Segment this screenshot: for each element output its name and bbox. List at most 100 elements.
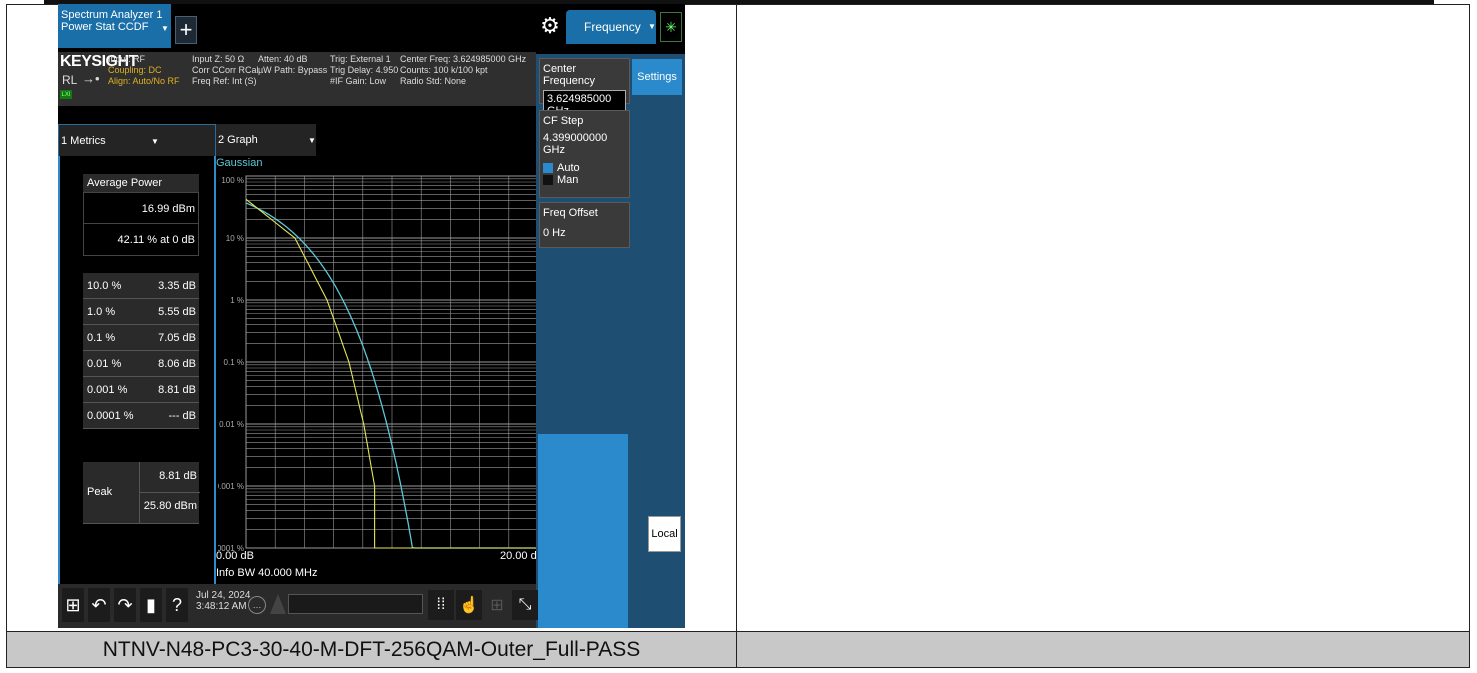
freq-offset-label: Freq Offset <box>543 207 598 219</box>
cf-step-value: 4.399000000 GHz <box>543 132 608 156</box>
mode-selector[interactable]: Spectrum Analyzer 1 Power Stat CCDF <box>58 4 171 48</box>
peak-row: Peak 8.81 dB 25.80 dBm <box>83 462 200 524</box>
local-button[interactable]: Local <box>648 516 681 552</box>
add-screen-button[interactable]: + <box>175 16 197 44</box>
info-col2: Input Z: 50 Ω Corr CCorr RCal Freq Ref: … <box>192 54 259 87</box>
table-row: 10.0 % 3.35 dB <box>83 273 199 299</box>
info-atten: Atten: 40 dB <box>258 54 308 64</box>
help-icon: ? <box>171 594 182 615</box>
info-center-freq: Center Freq: 3.624985000 GHz <box>400 54 527 64</box>
lxi-badge: LXI <box>60 90 72 99</box>
center-frequency-label: Center Frequency <box>543 63 595 87</box>
info-col5: Center Freq: 3.624985000 GHz Counts: 100… <box>400 54 526 87</box>
y-tick-label: 10 % <box>226 234 244 243</box>
y-axis-labels: 100 %10 %1 %0.1 %0.01 %0.001 %0.0001 % <box>218 176 244 553</box>
avg-power-value: 16.99 dBm <box>141 203 195 215</box>
metrics-panel-header[interactable]: 1 Metrics ▼ <box>58 124 216 156</box>
peak-db: 8.81 dB <box>159 470 197 482</box>
tab-settings[interactable]: Settings <box>632 59 682 95</box>
windows-start-button[interactable]: ⊞ <box>62 588 84 622</box>
info-input-z: Input Z: 50 Ω <box>192 54 245 64</box>
caption-cell-empty <box>737 632 1469 667</box>
file-icon: ▮ <box>146 594 156 615</box>
info-input: Input: RF <box>108 54 146 64</box>
trace-label: Gaussian <box>216 157 263 169</box>
peak-values: 8.81 dB 25.80 dBm <box>139 462 200 524</box>
taskbar-date: Jul 24, 2024 <box>196 590 251 601</box>
window-layout-button[interactable]: ⊞ <box>484 590 510 620</box>
avg-percent-value: 42.11 % at 0 dB <box>117 234 195 246</box>
dropdown-icon: ▼ <box>151 137 159 146</box>
table-row: 1.0 % 5.55 dB <box>83 299 199 325</box>
multi-window-button[interactable]: ⁞⁞ <box>428 590 454 620</box>
cf-step-softkey[interactable]: CF Step 4.399000000 GHz Auto Man <box>539 110 630 198</box>
info-counts: Counts: 100 k/100 kpt <box>400 65 488 75</box>
auto-indicator-icon <box>543 163 553 173</box>
menu-tab-frequency[interactable]: Frequency <box>566 10 656 44</box>
table-row: 0.0001 % --- dB <box>83 403 199 429</box>
ccdf-percent: 0.001 % <box>87 384 128 396</box>
graph-panel-title: 2 Graph <box>218 134 258 146</box>
man-label: Man <box>557 174 579 186</box>
windows-icon: ⊞ <box>65 594 81 615</box>
info-trig: Trig: External 1 <box>330 54 391 64</box>
help-button[interactable]: ? <box>166 588 188 622</box>
message-icon[interactable]: … <box>248 596 266 614</box>
center-frequency-softkey[interactable]: Center Frequency 3.624985000 GHz <box>539 58 630 120</box>
y-tick-label: 0.1 % <box>224 358 244 367</box>
taskbar-datetime: Jul 24, 2024 3:48:12 AM <box>196 590 251 612</box>
touch-button[interactable]: ☝ <box>456 590 482 620</box>
avg-percent-cell: 42.11 % at 0 dB <box>83 224 199 256</box>
fullscreen-button[interactable]: ⤡ <box>512 590 538 620</box>
settings-tab-label: Settings <box>637 71 677 83</box>
softkey-panel-bottom <box>538 434 628 628</box>
window-grid-icon: ⊞ <box>490 597 504 614</box>
peak-label: Peak <box>87 486 113 498</box>
menu-dropdown-icon: ▼ <box>648 22 656 31</box>
mode-dropdown-icon: ▼ <box>161 24 169 33</box>
avg-power-value-cell: 16.99 dBm <box>83 192 199 224</box>
rl-label: RL <box>62 73 78 87</box>
ccdf-value: 3.35 dB <box>158 280 196 292</box>
table-row: 0.1 % 7.05 dB <box>83 325 199 351</box>
ccdf-value: --- dB <box>168 410 197 422</box>
cf-step-label: CF Step <box>543 115 584 127</box>
graph-grid <box>245 175 538 549</box>
info-col1: Input: RF Coupling: DC Align: Auto/No RF <box>108 54 180 87</box>
y-tick-label: 100 % <box>221 176 244 185</box>
redo-icon: ↷ <box>117 594 133 615</box>
ccdf-percent: 1.0 % <box>87 306 116 318</box>
redo-button[interactable]: ↷ <box>114 588 136 622</box>
info-corr: Corr CCorr RCal <box>192 65 259 75</box>
ccdf-percent: 0.01 % <box>87 358 122 370</box>
ccdf-value: 8.06 dB <box>158 358 196 370</box>
info-radio-std: Radio Std: None <box>400 76 467 86</box>
fullscreen-icon: ⤡ <box>518 596 532 613</box>
ccdf-graph: 100 %10 %1 %0.1 %0.01 %0.001 %0.0001 % <box>218 175 538 553</box>
settings-gear-button[interactable]: ⚙ <box>539 12 561 40</box>
ccdf-percent: 0.1 % <box>87 332 116 344</box>
y-tick-label: 0.01 % <box>219 420 244 429</box>
graph-panel-header[interactable]: 2 Graph ▼ <box>216 124 316 156</box>
freq-offset-softkey[interactable]: Freq Offset 0 Hz <box>539 202 630 248</box>
ccdf-percent: 10.0 % <box>87 280 122 292</box>
mode-line2: Power Stat CCDF <box>61 21 149 33</box>
undo-button[interactable]: ↶ <box>88 588 110 622</box>
y-tick-label: 1 % <box>230 296 244 305</box>
info-uw-path: µW Path: Bypass <box>258 65 328 75</box>
gear-icon: ⚙ <box>540 13 560 38</box>
rf-arrow-icon: →• <box>82 71 100 86</box>
info-col3: Atten: 40 dB µW Path: Bypass <box>258 54 327 76</box>
sweep-indicator-icon: ✳ <box>660 12 682 42</box>
man-indicator-icon <box>543 175 553 185</box>
metrics-panel-title: 1 Metrics <box>61 135 106 147</box>
info-col4: Trig: External 1 Trig Delay: 4.950 m #IF… <box>330 54 400 87</box>
taskbar-time: 3:48:12 AM <box>196 601 247 612</box>
info-align: Align: Auto/No RF <box>108 76 180 86</box>
freq-offset-value: 0 Hz <box>543 227 566 239</box>
peak-dbm: 25.80 dBm <box>143 500 197 512</box>
cf-step-man-option[interactable]: Man <box>543 174 626 186</box>
x-axis-start: 0.00 dB <box>216 550 254 562</box>
cf-step-auto-option[interactable]: Auto <box>543 162 626 174</box>
file-button[interactable]: ▮ <box>140 588 162 622</box>
